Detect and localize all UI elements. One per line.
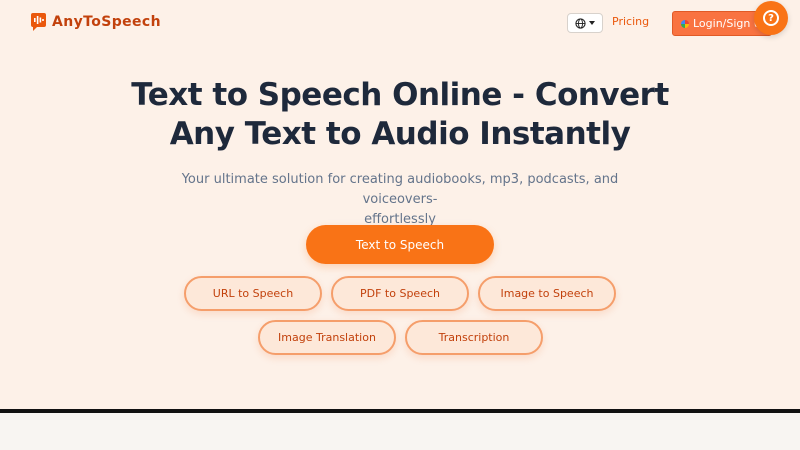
pricing-link[interactable]: Pricing bbox=[612, 15, 649, 28]
next-section bbox=[0, 413, 800, 450]
title-line-1: Text to Speech Online - Convert bbox=[131, 77, 669, 113]
image-translation-button[interactable]: Image Translation bbox=[258, 320, 396, 355]
sound-wave-bubble-icon bbox=[31, 13, 46, 31]
globe-icon bbox=[575, 17, 586, 29]
chevron-down-icon bbox=[589, 21, 595, 25]
brand-name: AnyToSpeech bbox=[52, 14, 161, 30]
help-circle-icon: ? bbox=[763, 10, 779, 26]
pdf-to-speech-button[interactable]: PDF to Speech bbox=[331, 276, 469, 311]
page-title: Text to Speech Online - Convert Any Text… bbox=[100, 76, 700, 154]
login-button-label: Login/Sign u bbox=[693, 17, 761, 30]
brand-logo[interactable]: AnyToSpeech bbox=[31, 13, 161, 31]
site-header: AnyToSpeech Pricing Login/Sign u ? bbox=[0, 0, 800, 46]
text-to-speech-button[interactable]: Text to Speech bbox=[306, 225, 494, 264]
language-selector[interactable] bbox=[567, 13, 603, 33]
url-to-speech-button[interactable]: URL to Speech bbox=[184, 276, 322, 311]
google-icon bbox=[681, 19, 689, 28]
hero-subtitle: Your ultimate solution for creating audi… bbox=[150, 170, 650, 230]
subtitle-line-1: Your ultimate solution for creating audi… bbox=[181, 172, 619, 207]
help-button[interactable]: ? bbox=[754, 1, 788, 35]
transcription-button[interactable]: Transcription bbox=[405, 320, 543, 355]
title-line-2: Any Text to Audio Instantly bbox=[169, 116, 631, 152]
image-to-speech-button[interactable]: Image to Speech bbox=[478, 276, 616, 311]
